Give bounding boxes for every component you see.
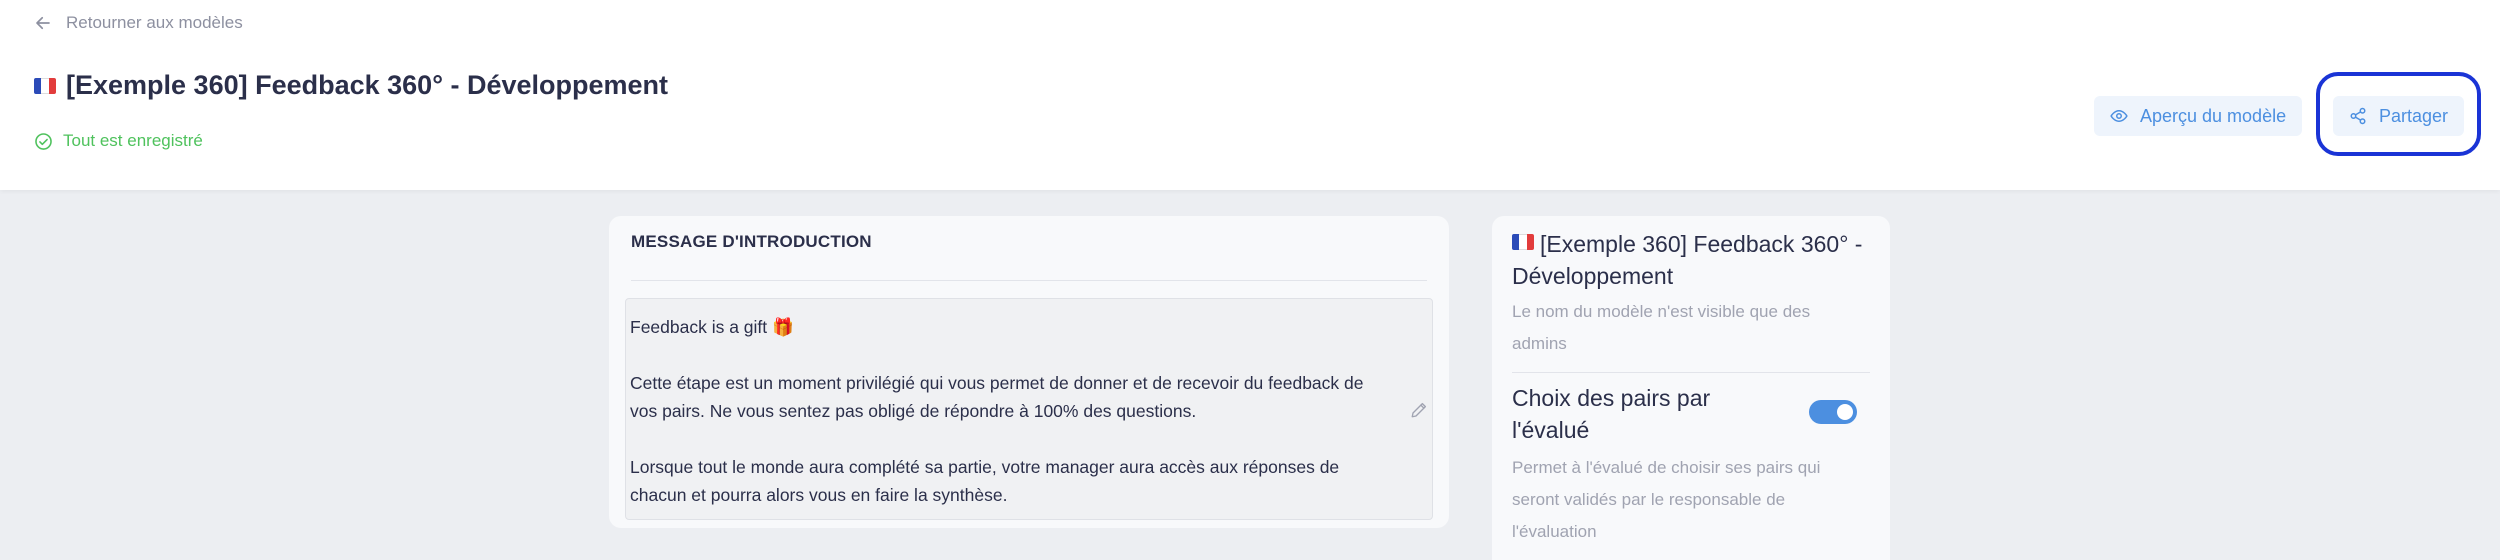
template-name[interactable]: [Exemple 360] Feedback 360° - Développem… [1512, 228, 1872, 292]
preview-template-button[interactable]: Aperçu du modèle [2094, 96, 2303, 136]
french-flag-icon [34, 77, 56, 94]
pencil-icon[interactable] [1410, 401, 1428, 419]
save-status: Tout est enregistré [34, 131, 203, 151]
back-to-templates-link[interactable]: Retourner aux modèles [34, 13, 243, 33]
intro-message-heading: MESSAGE D'INTRODUCTION [631, 232, 872, 251]
divider [1512, 372, 1870, 373]
intro-message-editor[interactable]: Feedback is a gift 🎁 Cette étape est un … [625, 298, 1433, 520]
page-title: [Exemple 360] Feedback 360° - Développem… [66, 70, 669, 100]
check-circle-icon [35, 132, 52, 150]
template-settings-card: [Exemple 360] Feedback 360° - Développem… [1492, 216, 1890, 560]
preview-button-label: Aperçu du modèle [2140, 105, 2287, 126]
page-header: Retourner aux modèles [Exemple 360] Feed… [0, 0, 2500, 190]
intro-paragraph-2: Cette étape est un moment privilégié qui… [630, 373, 1364, 421]
intro-paragraph-3: Lorsque tout le monde aura complété sa p… [630, 457, 1340, 505]
template-name-label: [Exemple 360] Feedback 360° - Développem… [1512, 231, 1863, 289]
divider [631, 280, 1427, 281]
peer-choice-toggle[interactable] [1809, 400, 1857, 424]
intro-paragraph-1: Feedback is a gift 🎁 [630, 317, 794, 337]
share-button-label: Partager [2379, 105, 2449, 126]
peer-choice-label: Choix des pairs par l'évalué [1512, 385, 1711, 443]
share-button[interactable]: Partager [2333, 96, 2465, 136]
title-row: [Exemple 360] Feedback 360° - Développem… [34, 70, 668, 101]
toggle-knob [1837, 404, 1853, 420]
share-icon [2350, 107, 2366, 125]
intro-message-card: MESSAGE D'INTRODUCTION Feedback is a gif… [609, 216, 1449, 528]
arrow-left-icon [36, 16, 50, 30]
template-name-note: Le nom du modèle n'est visible que des a… [1512, 302, 1811, 353]
eye-icon [2110, 110, 2128, 122]
peer-choice-description: Permet à l'évalué de choisir ses pairs q… [1512, 458, 1821, 541]
save-status-label: Tout est enregistré [63, 131, 203, 150]
back-link-label: Retourner aux modèles [66, 13, 243, 32]
french-flag-icon [1512, 234, 1534, 250]
